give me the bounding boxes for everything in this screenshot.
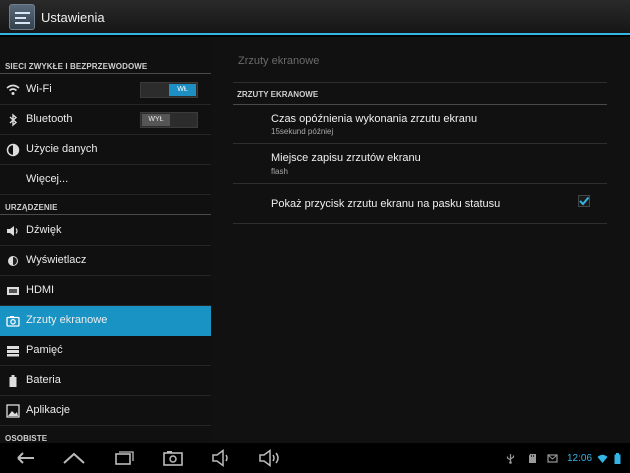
- screenshot-settings-pane: Zrzuty ekranowe ZRZUTY EKRANOWE Czas opó…: [212, 37, 630, 443]
- camera-icon: [6, 316, 20, 327]
- pref-title: Miejsce zapisu zrzutów ekranu: [271, 152, 421, 164]
- apps-icon: [6, 404, 20, 418]
- pref-save-location[interactable]: Miejsce zapisu zrzutów ekranu flash: [233, 144, 607, 184]
- checkbox-checked-icon[interactable]: [578, 195, 590, 207]
- sidebar-item-hdmi[interactable]: HDMI: [0, 276, 211, 306]
- divider: [233, 82, 607, 83]
- usb-icon: [506, 454, 515, 464]
- speaker-icon: [7, 226, 18, 236]
- action-bar: Ustawienia: [0, 0, 630, 35]
- brightness-icon: [8, 256, 18, 266]
- battery-status-icon: [614, 453, 621, 464]
- sidebar-item-label: HDMI: [26, 284, 55, 296]
- pref-summary: flash: [271, 167, 288, 176]
- bluetooth-icon: [9, 113, 18, 127]
- home-icon[interactable]: [59, 449, 89, 467]
- hdmi-icon: [7, 287, 19, 295]
- sidebar-item-label: Zrzuty ekranowe: [26, 314, 108, 326]
- pref-summary: 15sekund później: [271, 127, 334, 136]
- sidebar-item-label: Więcej...: [26, 173, 69, 185]
- sidebar-item-more[interactable]: Więcej...: [0, 165, 211, 195]
- sidebar-item-wifi[interactable]: Wi-Fi WŁ: [0, 75, 211, 105]
- pref-title: Czas opóźnienia wykonania zrzutu ekranu: [271, 113, 478, 125]
- wifi-icon: [6, 84, 20, 95]
- pref-show-statusbar-button[interactable]: Pokaż przycisk zrzutu ekranu na pasku st…: [233, 184, 607, 224]
- section-header-wireless: SIECI ZWYKŁE I BEZPRZEWODOWE: [0, 54, 211, 74]
- app-title: Ustawienia: [41, 10, 105, 25]
- settings-sidebar: SIECI ZWYKŁE I BEZPRZEWODOWE Wi-Fi WŁ Bl…: [0, 37, 211, 443]
- data-usage-icon: [6, 143, 20, 157]
- sidebar-item-battery[interactable]: Bateria: [0, 366, 211, 396]
- sd-card-icon: [529, 454, 536, 463]
- sidebar-item-label: Dźwięk: [26, 224, 62, 236]
- wifi-toggle[interactable]: WŁ: [140, 82, 198, 98]
- sidebar-item-label: Bateria: [26, 374, 61, 386]
- sidebar-item-label: Bluetooth: [26, 113, 73, 125]
- status-time: 12:06: [567, 453, 593, 464]
- sidebar-item-label: Użycie danych: [26, 143, 98, 155]
- toggle-off-label: WYŁ: [142, 114, 170, 126]
- sidebar-item-bluetooth[interactable]: Bluetooth WYŁ: [0, 105, 211, 135]
- storage-icon: [7, 346, 19, 357]
- breadcrumb: Zrzuty ekranowe: [238, 55, 320, 67]
- recent-apps-icon[interactable]: [108, 449, 138, 467]
- sidebar-item-display[interactable]: Wyświetlacz: [0, 246, 211, 276]
- section-header-screenshots: ZRZUTY EKRANOWE: [233, 85, 607, 105]
- sidebar-item-label: Wyświetlacz: [26, 254, 87, 266]
- bluetooth-toggle[interactable]: WYŁ: [140, 112, 198, 128]
- screenshot-icon[interactable]: [158, 449, 188, 467]
- wifi-signal-icon: [597, 454, 608, 463]
- sidebar-item-label: Wi-Fi: [26, 83, 52, 95]
- section-header-device: URZĄDZENIE: [0, 195, 211, 215]
- section-header-personal: OSOBISTE: [0, 426, 211, 443]
- sidebar-item-apps[interactable]: Aplikacje: [0, 396, 211, 426]
- toggle-on-label: WŁ: [169, 84, 196, 96]
- battery-icon: [9, 375, 17, 387]
- pref-title: Pokaż przycisk zrzutu ekranu na pasku st…: [271, 198, 501, 210]
- sidebar-item-data-usage[interactable]: Użycie danych: [0, 135, 211, 165]
- sidebar-item-label: Aplikacje: [26, 404, 71, 416]
- volume-up-icon[interactable]: [256, 449, 286, 467]
- system-navigation-bar: 12:06: [0, 443, 630, 473]
- sidebar-item-storage[interactable]: Pamięć: [0, 336, 211, 366]
- settings-sliders-icon[interactable]: [9, 4, 35, 30]
- sidebar-item-screenshots[interactable]: Zrzuty ekranowe: [0, 306, 211, 336]
- volume-down-icon[interactable]: [207, 449, 237, 467]
- back-icon[interactable]: [10, 449, 40, 467]
- sidebar-item-label: Pamięć: [26, 344, 63, 356]
- settings-content: SIECI ZWYKŁE I BEZPRZEWODOWE Wi-Fi WŁ Bl…: [0, 37, 630, 443]
- sidebar-item-sound[interactable]: Dźwięk: [0, 216, 211, 246]
- pref-screenshot-delay[interactable]: Czas opóźnienia wykonania zrzutu ekranu …: [233, 106, 607, 144]
- notification-icon: [547, 454, 558, 463]
